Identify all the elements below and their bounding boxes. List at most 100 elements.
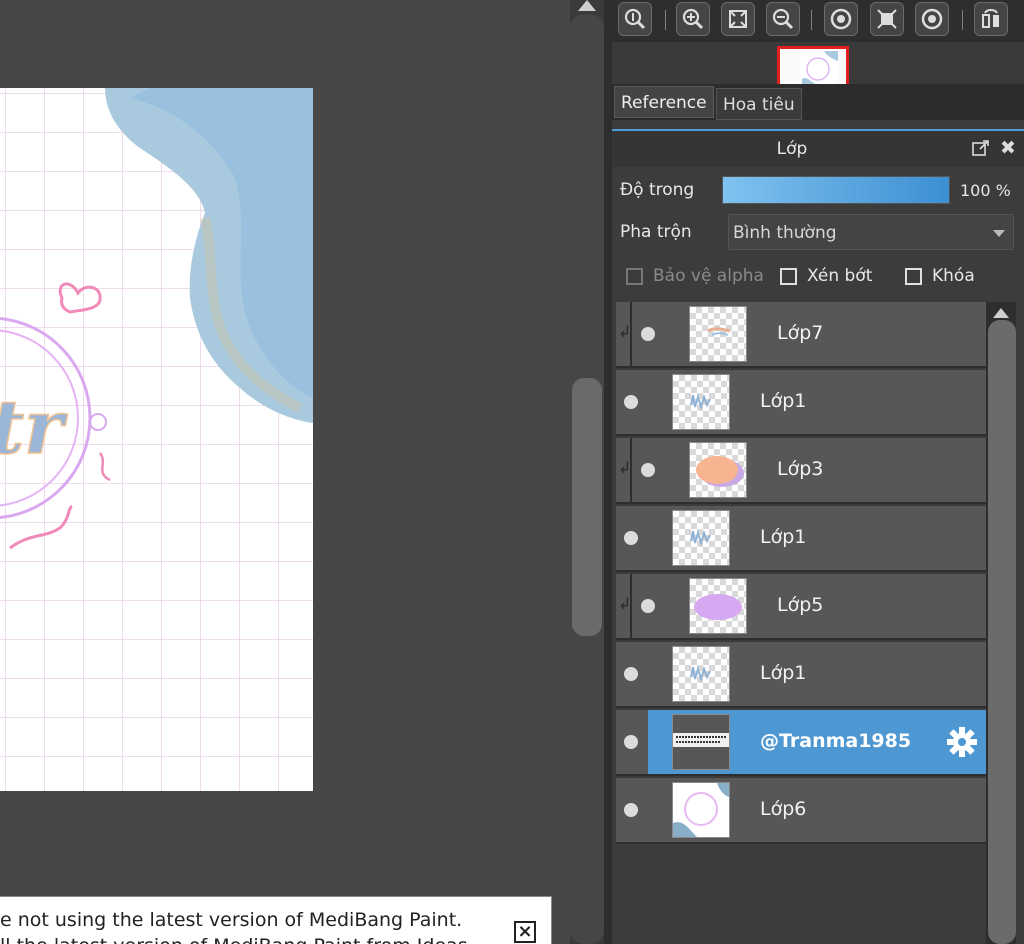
layer-name: Lớp3: [777, 458, 824, 480]
zoom-actual-icon: [624, 8, 646, 30]
navigator-image: [800, 49, 838, 84]
protect-alpha-checkbox[interactable]: [626, 268, 643, 285]
layer-row[interactable]: Lớp1: [616, 370, 986, 436]
navigator-thumbnail[interactable]: [777, 46, 849, 84]
layer-list-scrollbar[interactable]: [986, 302, 1016, 944]
tab-navigator[interactable]: Hoa tiêu: [716, 88, 802, 120]
scroll-up-arrow-icon[interactable]: [993, 308, 1009, 318]
layer-row[interactable]: ↲ Lớp3: [616, 438, 986, 504]
artwork-drawing: tr: [0, 88, 313, 550]
layer-name: Lớp1: [760, 526, 807, 548]
layer-thumbnail[interactable]: [689, 578, 747, 634]
panel-splitter[interactable]: [604, 0, 612, 944]
layer-panel-header: Lớp ✖: [612, 131, 1024, 167]
layer-thumbnail[interactable]: [689, 306, 747, 362]
clipping-indicator: ↲: [616, 302, 632, 366]
toolbar-separator: [665, 10, 666, 30]
opacity-value: 100 %: [960, 181, 1011, 200]
layer-name: Lớp1: [760, 390, 807, 412]
visibility-toggle-icon[interactable]: [624, 531, 638, 545]
clip-arrow-icon: ↲: [618, 594, 632, 613]
layer-row[interactable]: ↲ Lớp5: [616, 574, 986, 640]
layer-name: Lớp6: [760, 798, 807, 820]
navigator-preview[interactable]: [612, 42, 1024, 84]
visibility-toggle-icon[interactable]: [641, 599, 655, 613]
layer-thumbnail[interactable]: [689, 442, 747, 498]
close-banner-button[interactable]: ×: [514, 921, 536, 943]
layer-name: Lớp7: [777, 322, 824, 344]
scrollbar-thumb[interactable]: [572, 378, 602, 636]
close-panel-icon[interactable]: ✖: [1000, 137, 1016, 159]
scrollbar-thumb[interactable]: [988, 320, 1016, 944]
update-notification: e not using the latest version of MediBa…: [0, 896, 552, 944]
clipping-indicator: ↲: [616, 574, 632, 638]
chevron-down-icon: [993, 230, 1005, 237]
zoom-out-icon: [772, 8, 794, 30]
visibility-toggle-icon[interactable]: [624, 735, 638, 749]
layer-name: Lớp5: [777, 594, 824, 616]
clipping-indicator: ↲: [616, 438, 632, 502]
close-icon: ×: [517, 921, 533, 942]
visibility-toggle-icon[interactable]: [641, 327, 655, 341]
visibility-toggle-icon[interactable]: [624, 395, 638, 409]
svg-text:tr: tr: [0, 385, 68, 471]
layer-row[interactable]: @Tranma1985: [616, 710, 986, 776]
full-screen-icon: [877, 9, 897, 29]
visibility-toggle-icon[interactable]: [641, 463, 655, 477]
layer-name: Lớp1: [760, 662, 807, 684]
clipping-label: Xén bớt: [807, 266, 873, 286]
rotate-right-button[interactable]: [915, 2, 949, 36]
lock-label: Khóa: [932, 266, 975, 286]
protect-alpha-label: Bảo vệ alpha: [653, 266, 764, 286]
blend-mode-label: Pha trộn: [620, 222, 692, 242]
canvas-area[interactable]: tr e not using the latest version of Med…: [0, 0, 570, 944]
layer-thumbnail[interactable]: [672, 646, 730, 702]
layer-row[interactable]: ↲ Lớp7: [616, 302, 986, 368]
canvas-vertical-scrollbar[interactable]: [570, 0, 604, 944]
artwork-canvas[interactable]: tr: [0, 88, 313, 791]
tab-reference[interactable]: Reference: [614, 86, 714, 118]
layer-row[interactable]: Lớp1: [616, 642, 986, 708]
zoom-in-button[interactable]: [676, 2, 710, 36]
rotate-left-button[interactable]: [824, 2, 858, 36]
flip-icon: [982, 9, 999, 28]
view-toolbar: [612, 0, 1024, 42]
layer-row[interactable]: Lớp6: [616, 778, 986, 844]
update-message: e not using the latest version of MediBa…: [0, 909, 463, 931]
layer-thumbnail[interactable]: [672, 782, 730, 838]
panel-tabs: Reference Hoa tiêu: [612, 84, 1024, 120]
clip-arrow-icon: ↲: [618, 322, 632, 341]
lock-checkbox[interactable]: [905, 268, 922, 285]
layer-name: @Tranma1985: [760, 730, 912, 752]
flip-button[interactable]: [974, 2, 1008, 36]
opacity-label: Độ trong: [620, 180, 695, 200]
right-panel: Reference Hoa tiêu Lớp ✖ Độ trong 100 % …: [612, 0, 1024, 944]
layer-thumbnail[interactable]: [672, 714, 730, 770]
scroll-up-arrow-icon[interactable]: [578, 0, 596, 11]
opacity-slider[interactable]: [722, 176, 950, 204]
layer-thumbnail[interactable]: [672, 374, 730, 430]
layer-list: ↲ Lớp7 Lớp1 ↲ Lớp3 Lớp1 ↲ Lớp5 Lớp1 @Tranma1985 Lớ…: [612, 300, 1024, 944]
layer-thumbnail[interactable]: [672, 510, 730, 566]
clip-arrow-icon: ↲: [618, 458, 632, 477]
zoom-actual-button[interactable]: [618, 2, 652, 36]
clipping-checkbox[interactable]: [780, 268, 797, 285]
blend-mode-select[interactable]: Bình thường: [728, 214, 1014, 250]
zoom-in-icon: [682, 8, 704, 30]
update-message-2: ll the latest version of MediBang Paint …: [0, 935, 468, 944]
zoom-out-button[interactable]: [766, 2, 800, 36]
layer-settings-gear-icon[interactable]: [946, 726, 978, 762]
layer-row[interactable]: Lớp1: [616, 506, 986, 572]
toolbar-separator: [962, 10, 963, 30]
layer-panel-title: Lớp: [776, 139, 808, 159]
rotate-left-icon: [830, 8, 852, 30]
full-screen-button[interactable]: [870, 2, 904, 36]
rotate-right-icon: [921, 8, 943, 30]
blend-mode-value: Bình thường: [733, 223, 837, 243]
opacity-slider-fill: [723, 177, 949, 203]
toolbar-separator: [811, 10, 812, 30]
visibility-toggle-icon[interactable]: [624, 667, 638, 681]
visibility-toggle-icon[interactable]: [624, 803, 638, 817]
popout-icon[interactable]: [972, 139, 990, 157]
fit-window-button[interactable]: [721, 2, 755, 36]
